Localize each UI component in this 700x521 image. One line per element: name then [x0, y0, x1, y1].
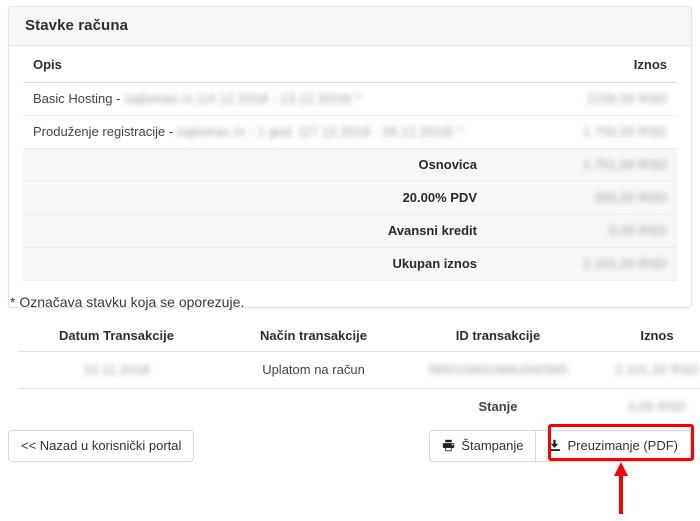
back-to-client-portal-button[interactable]: << Nazad u korisnički portal [8, 430, 195, 462]
summary-amount: 350,20 RSD [487, 181, 677, 215]
item-description-redacted: sajtomax.rs - 1 god. (27.12.2018 - 26.12… [176, 124, 464, 139]
column-header-iznos: Iznos [487, 46, 677, 83]
transactions-table: Datum Transakcije Način transakcije ID t… [18, 326, 700, 425]
invoice-items-table: Opis Iznos Basic Hosting - sajtomax.rs (… [23, 46, 677, 281]
invoice-items-panel: Stavke računa Opis Iznos Basic Hosting -… [8, 6, 692, 308]
print-button-label: Štampanje [461, 438, 524, 453]
summary-label: Avansni kredit [23, 214, 487, 248]
summary-row-avansni-kredit: Avansni kredit 0,00 RSD [23, 214, 677, 248]
transaction-date-redacted: 15.11.2018 [83, 362, 150, 377]
summary-row-pdv: 20.00% PDV 350,20 RSD [23, 181, 677, 215]
column-header-datum-transakcije: Datum Transakcije [18, 326, 215, 352]
panel-body: Opis Iznos Basic Hosting - sajtomax.rs (… [9, 46, 691, 307]
column-header-nacin-transakcije: Način transakcije [215, 326, 412, 352]
summary-amount: 1.751,00 RSD [487, 148, 677, 182]
back-button-label: << Nazad u korisnički portal [21, 438, 182, 453]
column-header-opis: Opis [23, 46, 487, 83]
item-description-visible: Basic Hosting - [33, 91, 125, 106]
item-amount-redacted: 1.750,00 RSD [582, 124, 667, 139]
item-amount-redacted: 2100,00 RSD [586, 91, 667, 106]
print-button[interactable]: Štampanje [429, 430, 536, 462]
transaction-amount-cell: 2.101,20 RSD [584, 351, 700, 389]
transaction-id-redacted: 5855168319MU000565 [428, 362, 568, 377]
summary-amount-redacted: 0,00 RSD [609, 223, 667, 238]
annotation-arrow-icon [614, 462, 628, 514]
page-title: Stavke računa [25, 17, 129, 34]
download-icon [548, 439, 561, 452]
summary-label: Ukupan iznos [23, 247, 487, 281]
summary-amount: 0,00 RSD [487, 214, 677, 248]
item-description-cell: Produženje registracije - sajtomax.rs - … [23, 115, 487, 149]
transaction-date-cell: 15.11.2018 [18, 351, 215, 389]
item-description-visible: Produženje registracije - [33, 124, 177, 139]
table-row: 15.11.2018 Uplatom na račun 5855168319MU… [18, 351, 700, 389]
column-header-iznos: Iznos [584, 326, 700, 352]
invoice-items-thead: Opis Iznos [23, 46, 677, 83]
balance-amount-cell: 0,00 RSD [584, 389, 700, 426]
summary-amount-redacted: 2.101,20 RSD [582, 256, 667, 271]
item-amount-cell: 1.750,00 RSD [487, 115, 677, 149]
summary-row-ukupan-iznos: Ukupan iznos 2.101,20 RSD [23, 247, 677, 281]
summary-row-osnovica: Osnovica 1.751,00 RSD [23, 148, 677, 182]
download-button-label: Preuzimanje (PDF) [567, 438, 678, 453]
balance-spacer [215, 389, 412, 426]
table-row: Produženje registracije - sajtomax.rs - … [23, 115, 677, 149]
summary-amount-redacted: 350,20 RSD [594, 190, 667, 205]
balance-label: Stanje [478, 399, 518, 414]
balance-amount-redacted: 0,00 RSD [628, 399, 686, 414]
printer-icon [442, 439, 455, 452]
invoice-items-tbody: Basic Hosting - sajtomax.rs (14.12.2018 … [23, 82, 677, 281]
table-row: Basic Hosting - sajtomax.rs (14.12.2018 … [23, 82, 677, 116]
transactions-section: Datum Transakcije Način transakcije ID t… [18, 326, 700, 425]
table-header-row: Opis Iznos [23, 46, 677, 83]
item-amount-cell: 2100,00 RSD [487, 82, 677, 116]
table-header-row: Datum Transakcije Način transakcije ID t… [18, 326, 700, 352]
item-description-cell: Basic Hosting - sajtomax.rs (14.12.2018 … [23, 82, 487, 116]
summary-amount: 2.101,20 RSD [487, 247, 677, 281]
summary-label: 20.00% PDV [23, 181, 487, 215]
column-header-id-transakcije: ID transakcije [412, 326, 584, 352]
panel-heading: Stavke računa [9, 7, 691, 46]
transaction-id-cell: 5855168319MU000565 [412, 351, 584, 389]
taxable-item-footnote: * Označava stavku koja se oporezuje. [10, 294, 245, 310]
transaction-method-cell: Uplatom na račun [215, 351, 412, 389]
balance-spacer [18, 389, 215, 426]
download-pdf-button[interactable]: Preuzimanje (PDF) [535, 430, 691, 462]
summary-label: Osnovica [23, 148, 487, 182]
transactions-tbody: 15.11.2018 Uplatom na račun 5855168319MU… [18, 351, 700, 426]
summary-amount-redacted: 1.751,00 RSD [582, 157, 667, 172]
balance-row: Stanje 0,00 RSD [18, 389, 700, 426]
item-description-redacted: sajtomax.rs (14.12.2018 - 13.12.2019) * [124, 91, 361, 106]
document-actions-group: Štampanje Preuzimanje (PDF) [429, 430, 691, 462]
transactions-thead: Datum Transakcije Način transakcije ID t… [18, 326, 700, 352]
transaction-amount-redacted: 2.101,20 RSD [614, 362, 700, 377]
